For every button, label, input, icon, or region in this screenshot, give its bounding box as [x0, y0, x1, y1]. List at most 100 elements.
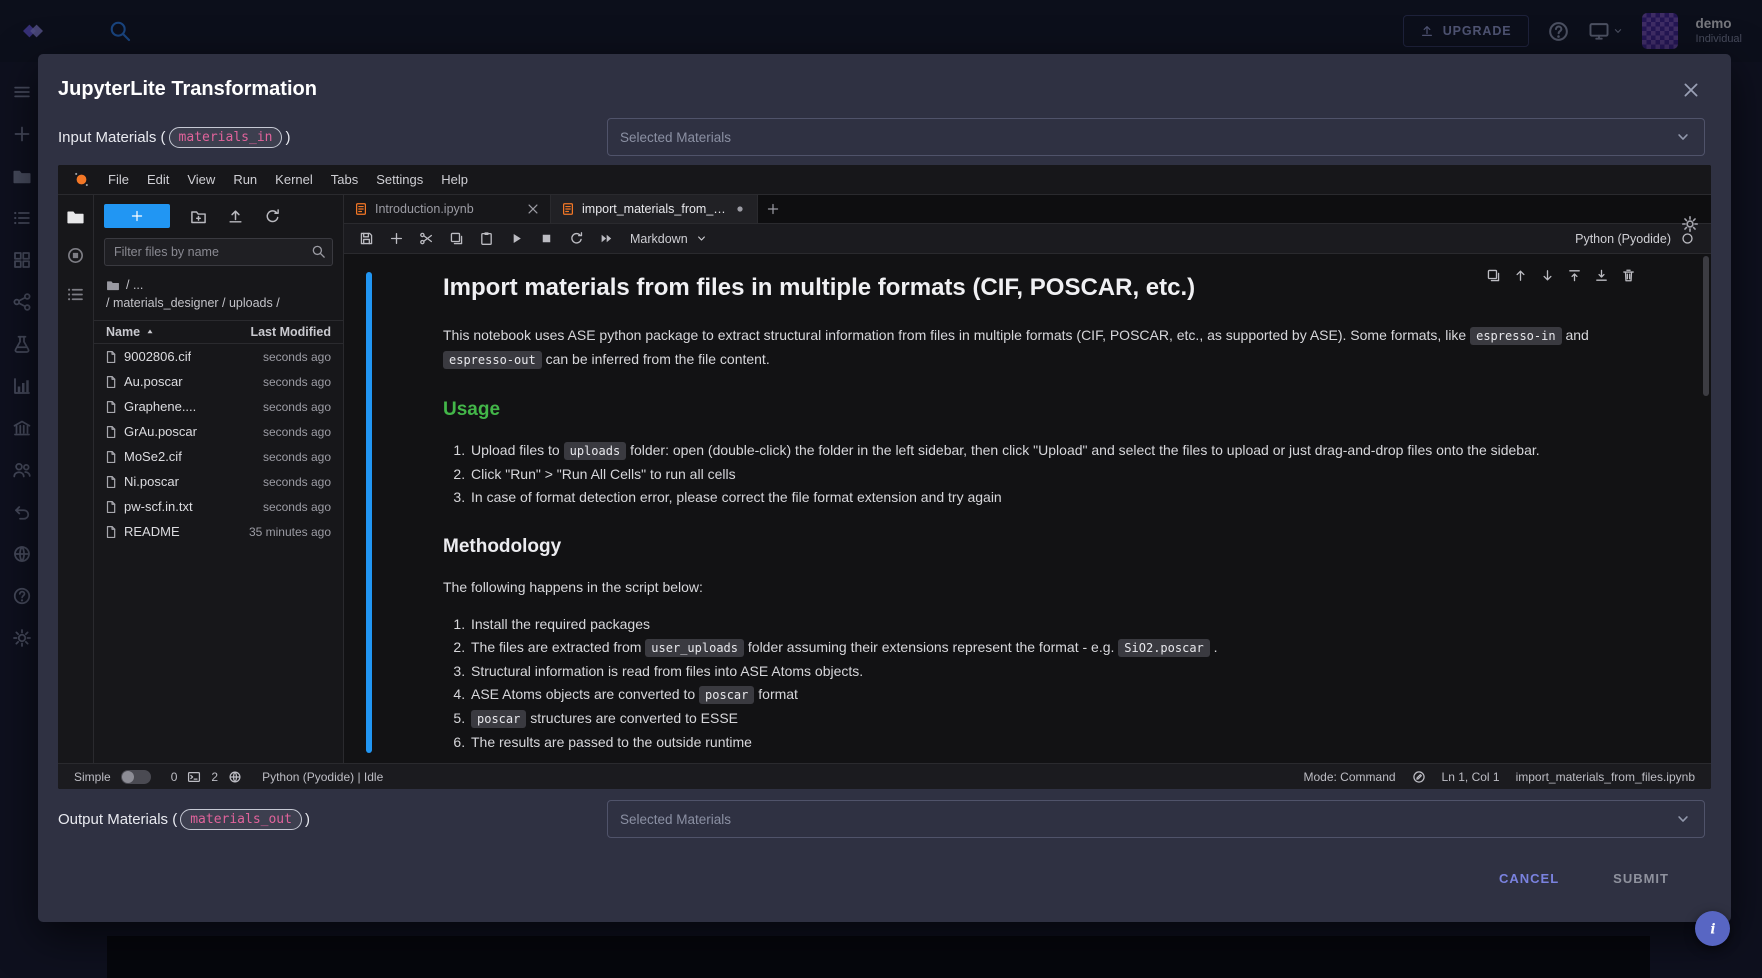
- kernel-status-text: Python (Pyodide) | Idle: [262, 770, 383, 784]
- copy-button[interactable]: [444, 228, 468, 250]
- tab-close-button[interactable]: [526, 202, 540, 216]
- duplicate-button[interactable]: [1484, 266, 1502, 284]
- jupyter-activity-bar: [58, 195, 94, 763]
- cell-type-value: Markdown: [630, 232, 688, 246]
- menu-run[interactable]: Run: [224, 168, 266, 191]
- cancel-button[interactable]: CANCEL: [1493, 863, 1565, 894]
- stop-circle-tab-button[interactable]: [66, 246, 85, 265]
- plus-button[interactable]: [384, 228, 408, 250]
- breadcrumb-top[interactable]: / ...: [126, 276, 143, 294]
- jupyterlite-transformation-modal: JupyterLite Transformation Input Materia…: [38, 54, 1731, 922]
- markdown-cell[interactable]: Import materials from files in multiple …: [443, 272, 1635, 754]
- notebook-canvas[interactable]: Import materials from files in multiple …: [344, 254, 1711, 763]
- inline-code: uploads: [564, 442, 627, 460]
- plus-icon: [130, 209, 144, 223]
- menu-edit[interactable]: Edit: [138, 168, 178, 191]
- jupyter-main: Introduction.ipynbimport_materials_from_…: [344, 195, 1711, 763]
- notebook-tab[interactable]: Introduction.ipynb: [344, 195, 551, 223]
- cursor-position[interactable]: Ln 1, Col 1: [1442, 770, 1500, 784]
- file-name: README: [124, 524, 180, 539]
- file-row[interactable]: MoSe2.cifseconds ago: [94, 444, 343, 469]
- output-materials-row: Output Materials (materials_out) Selecte…: [38, 799, 1731, 839]
- mode-indicator: Mode: Command: [1304, 770, 1396, 784]
- menu-view[interactable]: View: [178, 168, 224, 191]
- chevron-down-icon: [1674, 128, 1692, 146]
- menu-help[interactable]: Help: [432, 168, 477, 191]
- submit-button[interactable]: SUBMIT: [1607, 863, 1675, 894]
- menu-kernel[interactable]: Kernel: [266, 168, 322, 191]
- cut-button[interactable]: [414, 228, 438, 250]
- doc-icon: [104, 475, 118, 489]
- insert-below-button[interactable]: [1592, 266, 1610, 284]
- search-icon: [311, 244, 326, 259]
- notebook-scrollbar[interactable]: [1703, 256, 1709, 761]
- move-down-button[interactable]: [1538, 266, 1556, 284]
- close-button[interactable]: [1681, 80, 1701, 100]
- file-row[interactable]: Graphene....seconds ago: [94, 394, 343, 419]
- dot-icon: [733, 202, 747, 216]
- list-item: The files are extracted from user_upload…: [469, 636, 1635, 660]
- info-fab[interactable]: i: [1695, 911, 1730, 946]
- new-launcher-button[interactable]: [104, 204, 170, 228]
- delete-button[interactable]: [1619, 266, 1637, 284]
- menu-settings[interactable]: Settings: [367, 168, 432, 191]
- file-row[interactable]: pw-scf.in.txtseconds ago: [94, 494, 343, 519]
- file-row[interactable]: Au.poscarseconds ago: [94, 369, 343, 394]
- notebook-tab[interactable]: import_materials_from_file: [551, 195, 758, 223]
- doc-icon: [104, 400, 118, 414]
- md-intro-paragraph: This notebook uses ASE python package to…: [443, 324, 1635, 372]
- stop-button[interactable]: [534, 228, 558, 250]
- filter-files: [104, 238, 333, 266]
- move-up-button[interactable]: [1511, 266, 1529, 284]
- kernel-name: Python (Pyodide): [1575, 232, 1671, 246]
- list-tab-button[interactable]: [66, 285, 85, 304]
- file-modified: seconds ago: [263, 350, 331, 364]
- file-row[interactable]: Ni.poscarseconds ago: [94, 469, 343, 494]
- insert-above-button[interactable]: [1565, 266, 1583, 284]
- breadcrumb-path[interactable]: / materials_designer / uploads /: [106, 294, 331, 312]
- column-name[interactable]: Name: [106, 325, 155, 339]
- svg-text:i: i: [1710, 921, 1715, 937]
- edit-mode-icon[interactable]: [1412, 770, 1426, 784]
- file-modified: seconds ago: [263, 475, 331, 489]
- menu-tabs[interactable]: Tabs: [322, 168, 367, 191]
- list-item: Structural information is read from file…: [469, 660, 1635, 683]
- run-button[interactable]: [504, 228, 528, 250]
- output-materials-select[interactable]: Selected Materials: [607, 800, 1705, 838]
- simple-interface-toggle[interactable]: [121, 770, 151, 784]
- list-item: The results are passed to the outside ru…: [469, 731, 1635, 754]
- file-row[interactable]: README 35 minutes ago: [94, 519, 343, 544]
- file-list-header: Name Last Modified: [94, 320, 343, 344]
- md-title: Import materials from files in multiple …: [443, 272, 1635, 304]
- input-materials-select[interactable]: Selected Materials: [607, 118, 1705, 156]
- doc-icon: [104, 500, 118, 514]
- file-browser: / ... / materials_designer / uploads / N…: [94, 195, 344, 763]
- cell-type-dropdown[interactable]: Markdown: [630, 232, 708, 246]
- materials-in-chip: materials_in: [169, 127, 283, 148]
- terminals-count: 0: [171, 770, 178, 784]
- file-row[interactable]: GrAu.poscarseconds ago: [94, 419, 343, 444]
- column-last-modified[interactable]: Last Modified: [250, 325, 331, 339]
- file-modified: 35 minutes ago: [249, 525, 331, 539]
- info-icon: i: [1704, 920, 1722, 938]
- upload-button[interactable]: [227, 208, 244, 225]
- paste-button[interactable]: [474, 228, 498, 250]
- breadcrumb[interactable]: / ... / materials_designer / uploads /: [94, 275, 343, 320]
- save-button[interactable]: [354, 228, 378, 250]
- ffwd-button[interactable]: [594, 228, 618, 250]
- modal-title: JupyterLite Transformation: [58, 78, 317, 101]
- scrollbar-thumb[interactable]: [1703, 256, 1709, 396]
- restart-button[interactable]: [564, 228, 588, 250]
- refresh-button[interactable]: [264, 208, 281, 225]
- chevron-down-icon: [1674, 810, 1692, 828]
- kernel-indicator[interactable]: Python (Pyodide): [1575, 231, 1701, 246]
- filter-files-input[interactable]: [104, 238, 333, 266]
- new-folder-button[interactable]: [190, 208, 207, 225]
- property-inspector-gear-button[interactable]: [1681, 215, 1699, 233]
- menu-file[interactable]: File: [99, 168, 138, 191]
- output-label-prefix: Output Materials (: [58, 811, 177, 828]
- file-row[interactable]: 9002806.cifseconds ago: [94, 344, 343, 369]
- plus-icon: [766, 202, 780, 216]
- folder-tab-button[interactable]: [66, 207, 85, 226]
- new-tab-button[interactable]: [758, 195, 788, 223]
